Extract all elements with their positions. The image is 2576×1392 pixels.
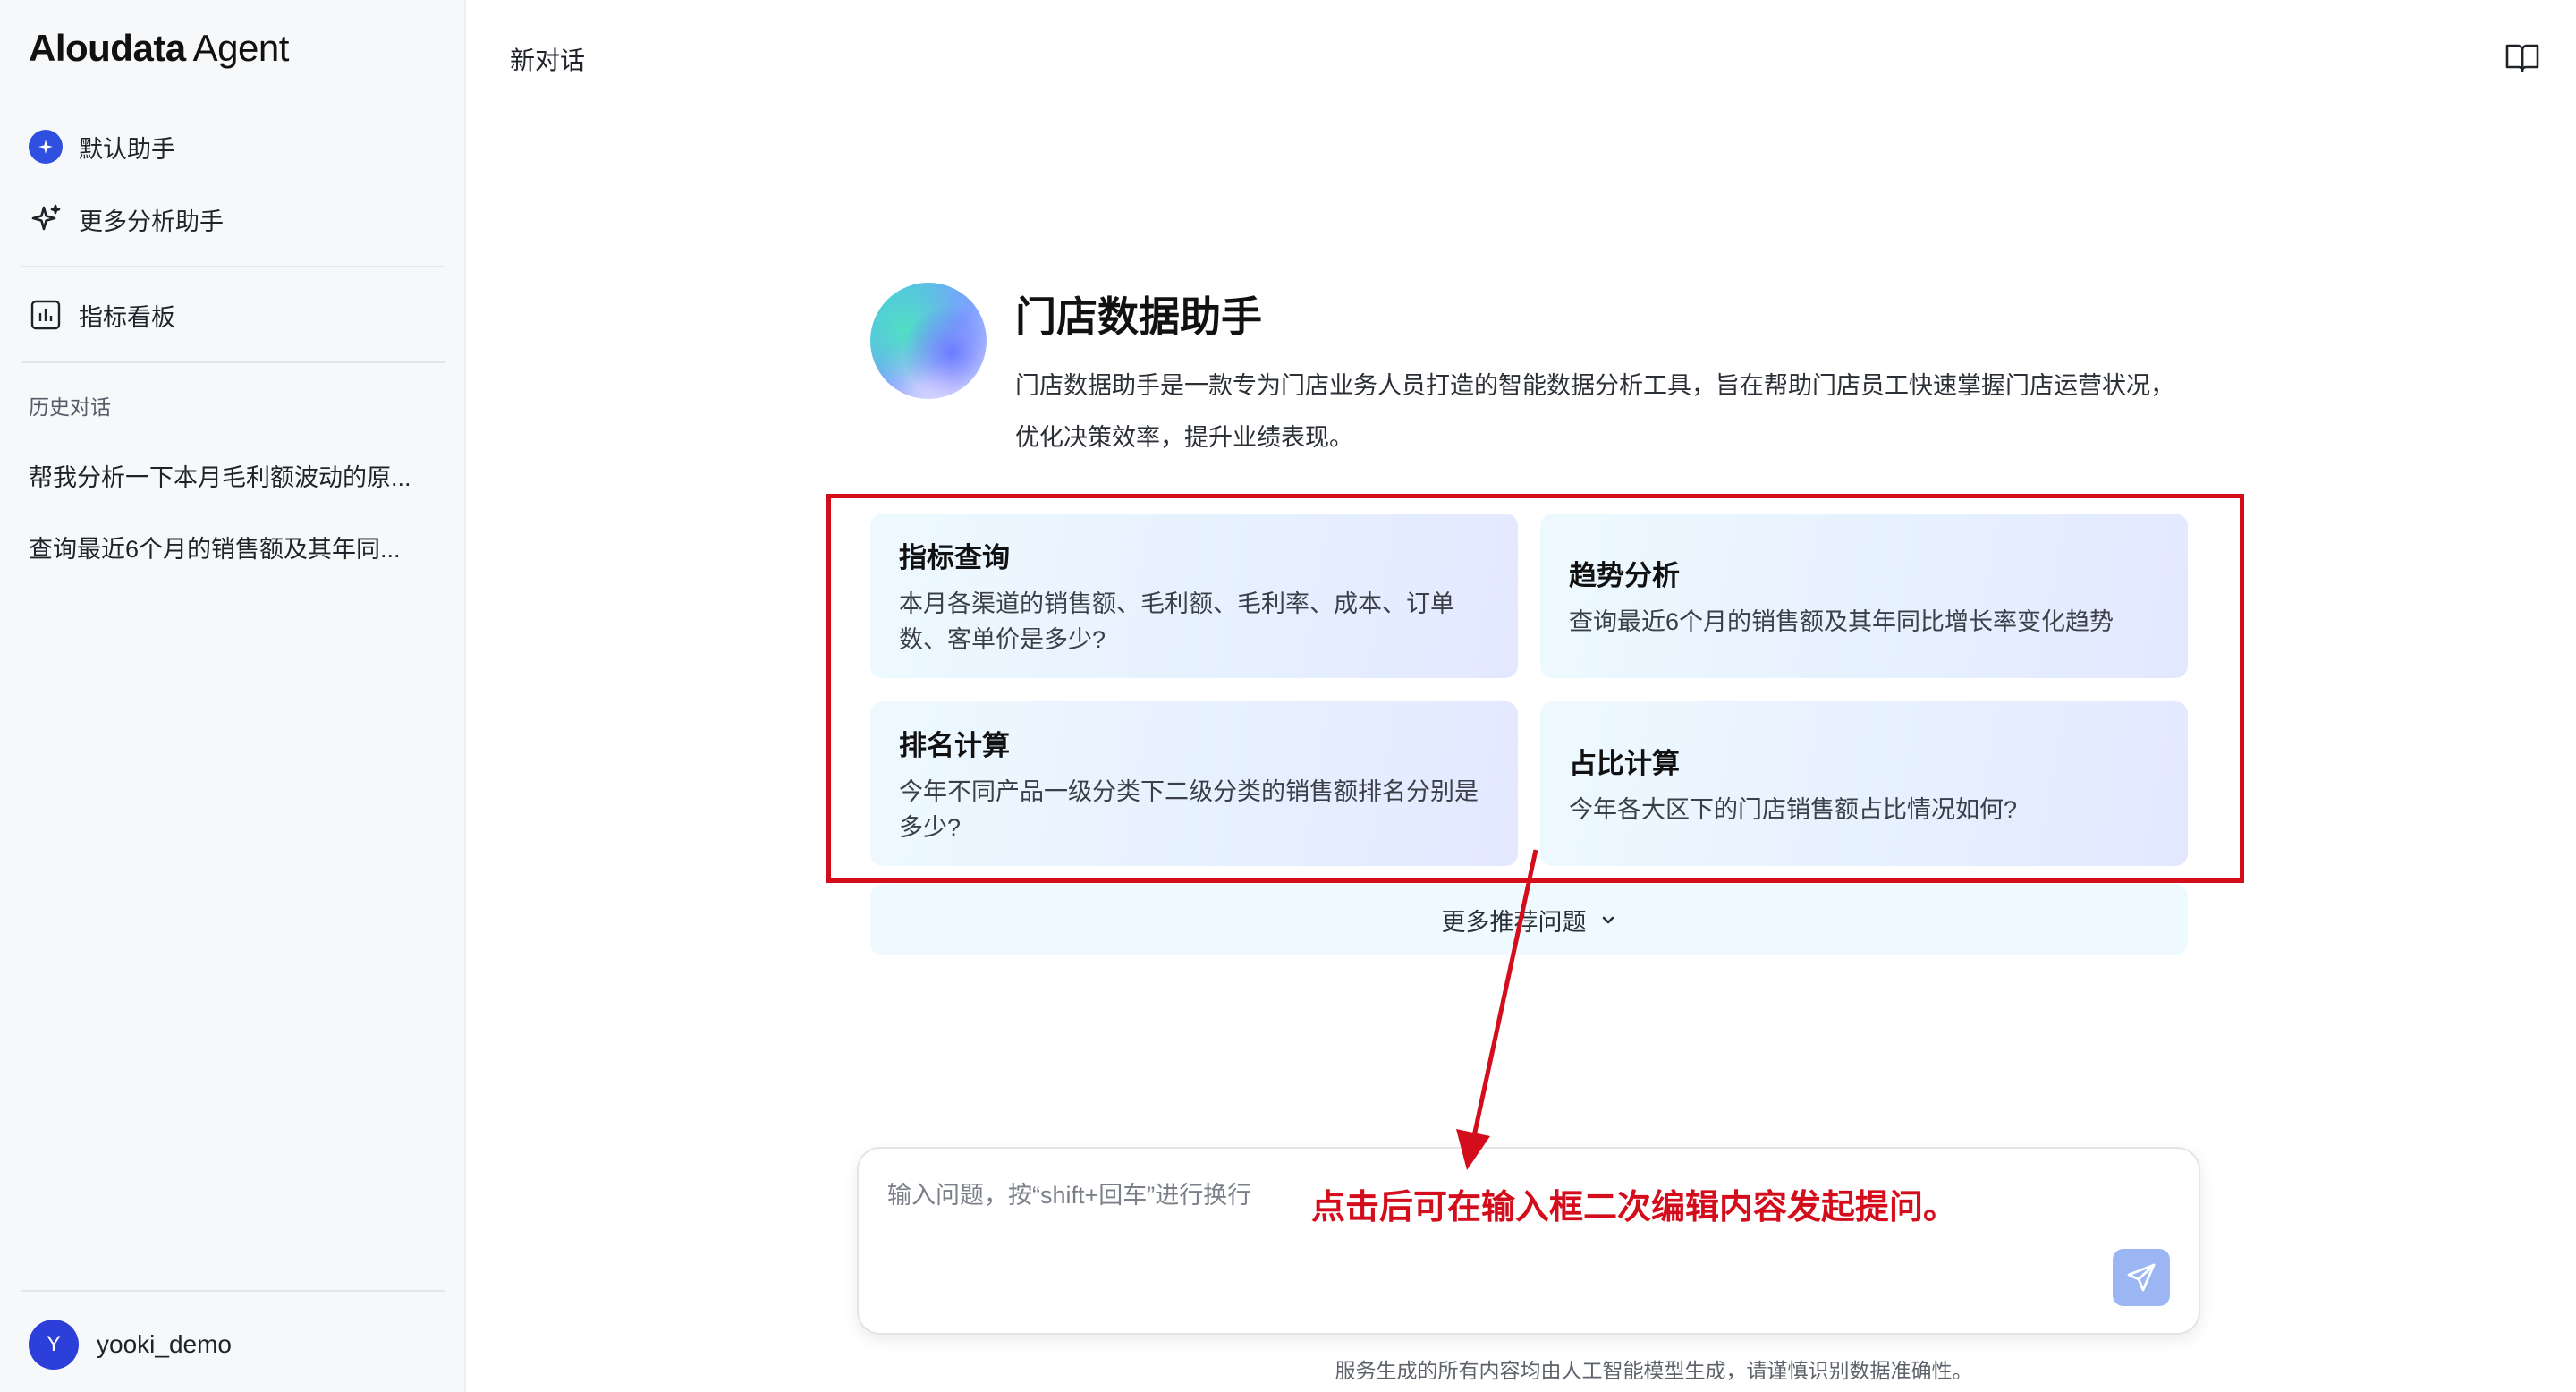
suggestion-card-trend-analysis[interactable]: 趋势分析 查询最近6个月的销售额及其年同比增长率变化趋势 [1540, 514, 2188, 678]
sidebar-divider [21, 361, 445, 363]
sidebar-item-more-assistants[interactable]: 更多分析助手 [29, 192, 224, 246]
book-open-icon[interactable] [2504, 39, 2540, 75]
card-title: 排名计算 [899, 729, 1010, 761]
assistant-description: 门店数据助手是一款专为门店业务人员打造的智能数据分析工具，旨在帮助门店员工快速掌… [1015, 372, 2174, 451]
card-text: 本月各渠道的销售额、毛利额、毛利率、成本、订单数、客单价是多少? [899, 590, 1454, 653]
sparkle-badge-icon [29, 130, 63, 164]
card-title: 趋势分析 [1569, 559, 1680, 591]
chat-input-container [857, 1147, 2200, 1335]
card-title: 占比计算 [1569, 747, 1680, 779]
card-text: 今年各大区下的门店销售额占比情况如何? [1569, 795, 2018, 823]
suggestion-card-ranking[interactable]: 排名计算 今年不同产品一级分类下二级分类的销售额排名分别是多少? [870, 701, 1518, 866]
sidebar-item-metrics-board[interactable]: 指标看板 [29, 288, 175, 342]
history-section-label: 历史对话 [29, 395, 111, 419]
history-item[interactable]: 查询最近6个月的销售额及其年同... [29, 530, 440, 564]
suggestion-card-share[interactable]: 占比计算 今年各大区下的门店销售额占比情况如何? [1540, 701, 2188, 866]
sidebar: Aloudata Agent 默认助手 更多分析助手 指标看板 历史对话 帮我分… [0, 0, 466, 1392]
card-text: 查询最近6个月的销售额及其年同比增长率变化趋势 [1569, 607, 2114, 635]
more-suggestions-button[interactable]: 更多推荐问题 [870, 884, 2188, 955]
sidebar-item-label: 指标看板 [79, 303, 175, 331]
annotation-text: 点击后可在输入框二次编辑内容发起提问。 [1311, 1189, 1958, 1226]
assistant-name: 门店数据助手 [1015, 293, 1262, 340]
page-title: 新对话 [510, 47, 586, 74]
sparkle-icon [29, 202, 63, 236]
chat-input[interactable] [886, 1174, 1265, 1231]
app-logo[interactable]: Aloudata Agent [29, 27, 289, 70]
suggestion-card-metric-query[interactable]: 指标查询 本月各渠道的销售额、毛利额、毛利率、成本、订单数、客单价是多少? [870, 514, 1518, 678]
sidebar-item-default-assistant[interactable]: 默认助手 [29, 120, 175, 174]
sidebar-divider [21, 266, 445, 267]
assistant-avatar [870, 283, 987, 399]
card-text: 今年不同产品一级分类下二级分类的销售额排名分别是多少? [899, 777, 1479, 841]
bar-chart-icon [29, 298, 63, 332]
sidebar-item-label: 更多分析助手 [79, 208, 224, 235]
more-suggestions-label: 更多推荐问题 [1441, 908, 1587, 936]
sidebar-divider [21, 1290, 445, 1292]
send-button[interactable] [2113, 1249, 2170, 1306]
send-icon [2127, 1263, 2156, 1292]
card-title: 指标查询 [899, 541, 1010, 573]
disclaimer: 服务生成的所有内容均由人工智能模型生成，请谨慎识别数据准确性。 [1335, 1359, 1973, 1382]
history-item[interactable]: 帮我分析一下本月毛利额波动的原... [29, 458, 440, 493]
chevron-down-icon [1602, 916, 1614, 924]
sidebar-item-label: 默认助手 [79, 135, 175, 163]
